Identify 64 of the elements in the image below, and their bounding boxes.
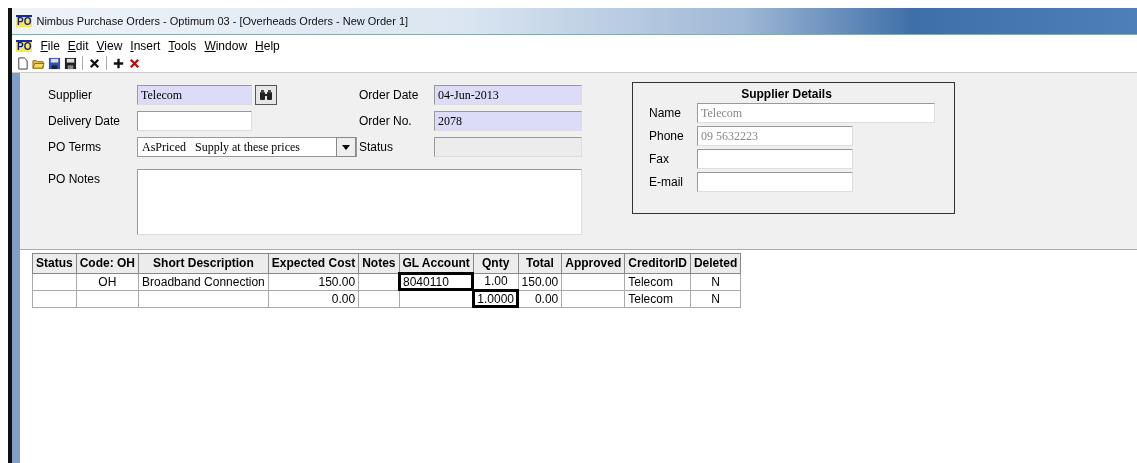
field-label: PO Notes (48, 171, 102, 187)
menu-item[interactable]: Edit (67, 39, 89, 53)
dropdown-value: AsPriced Supply at these prices (141, 139, 301, 155)
field-label: Phone (649, 128, 684, 145)
notes-field[interactable] (137, 169, 582, 235)
table-cell: 0.00 (268, 290, 359, 307)
field-label: Order Date (359, 87, 420, 103)
table-cell[interactable]: 8040110 (399, 273, 474, 290)
column-header[interactable]: Notes (358, 253, 399, 273)
table-cell: OH (76, 273, 139, 290)
input-field[interactable]: Telecom (137, 85, 252, 105)
save-icon[interactable] (48, 56, 61, 70)
menu-item[interactable]: File (40, 39, 60, 53)
table-cell: N (690, 290, 741, 307)
table-cell: Telecom (624, 290, 691, 307)
save-icon[interactable] (64, 56, 77, 70)
field-label: E-mail (649, 174, 683, 191)
caret-icon[interactable] (342, 144, 350, 150)
menu-item[interactable]: View (96, 39, 123, 53)
table-cell[interactable]: 1.0000 (473, 290, 519, 307)
column-header[interactable]: Qnty (473, 253, 519, 273)
menu-item[interactable]: Insert (130, 39, 161, 53)
input-field[interactable] (697, 172, 853, 192)
app-icon[interactable]: PO (16, 40, 33, 52)
field-label: Name (649, 105, 681, 122)
menu-item[interactable]: Tools (168, 39, 197, 53)
new-file-icon[interactable] (16, 56, 29, 70)
field-label: Fax (649, 151, 669, 168)
input-field[interactable] (137, 111, 252, 131)
input-field[interactable] (434, 137, 582, 157)
close-icon[interactable] (88, 56, 101, 70)
window-title: Nimbus Purchase Orders - Optimum 03 - [Overheads Orders - New Order 1] (36, 15, 409, 27)
column-header[interactable]: Code: OH (76, 253, 139, 273)
input-field[interactable]: 04-Jun-2013 (434, 85, 582, 105)
column-header[interactable]: Short Description (138, 253, 269, 273)
app-icon: PO (16, 15, 33, 27)
input-field[interactable] (697, 149, 853, 169)
menu-item[interactable]: Help (255, 39, 280, 53)
dropdown[interactable]: AsPriced Supply at these prices (137, 137, 357, 157)
column-header[interactable]: Deleted (690, 253, 741, 273)
table-cell: Telecom (624, 273, 691, 290)
plus-icon[interactable] (112, 56, 125, 70)
column-header[interactable]: Approved (561, 253, 625, 273)
column-header[interactable]: Expected Cost (268, 253, 359, 273)
field-label: Order No. (359, 113, 413, 129)
field-label: Status (359, 139, 395, 155)
table-cell: 150.00 (518, 273, 562, 290)
table-cell: Broadband Connection (138, 273, 269, 290)
column-header[interactable]: Status (32, 253, 77, 273)
table-cell: 150.00 (268, 273, 359, 290)
column-header[interactable]: GL Account (399, 253, 474, 273)
menu-item[interactable]: Window (204, 39, 248, 53)
close-icon[interactable] (128, 56, 141, 70)
table-cell: 0.00 (518, 290, 562, 307)
find-button[interactable] (255, 85, 277, 105)
binoculars-icon (259, 89, 273, 101)
field-label: PO Terms (48, 139, 103, 155)
field-label: Supplier (48, 87, 94, 103)
column-header[interactable]: Total (518, 253, 562, 273)
table-cell: N (690, 273, 741, 290)
field-label: Delivery Date (48, 113, 122, 129)
panel-title: Supplier Details (740, 87, 833, 101)
input-field[interactable]: 2078 (434, 111, 582, 131)
column-header[interactable]: CreditorID (624, 253, 691, 273)
